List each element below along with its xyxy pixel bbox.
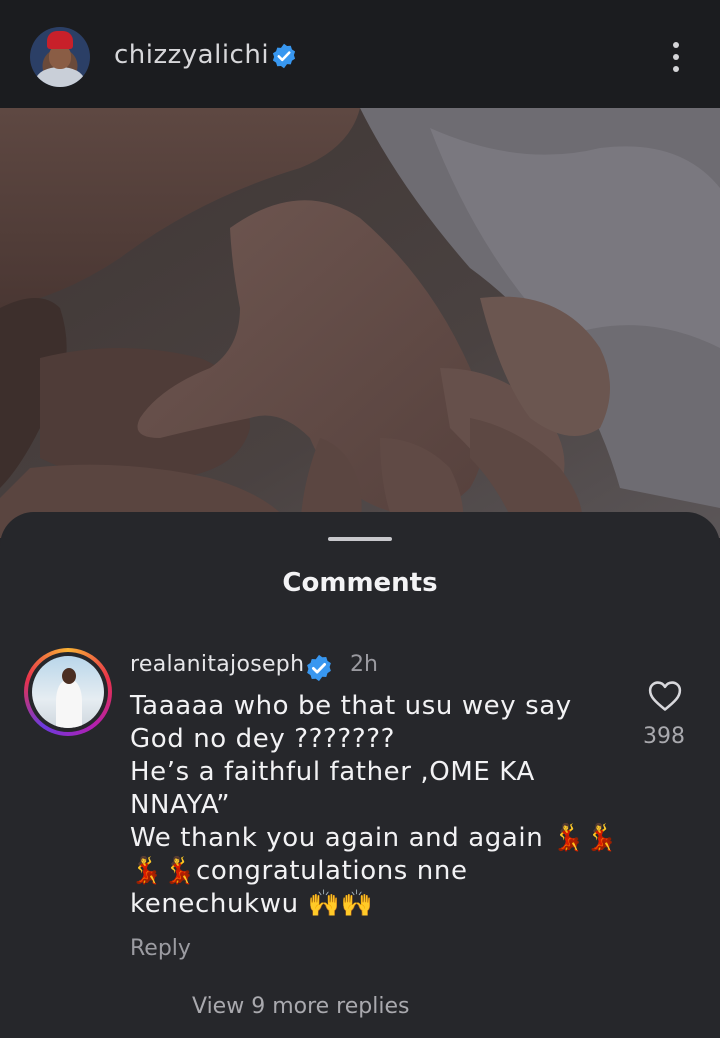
comment-time: 2h (350, 652, 378, 677)
author-avatar[interactable] (30, 27, 90, 87)
comment-text: Taaaaa who be that usu wey say God no de… (130, 691, 619, 919)
commenter-username[interactable]: realanitajoseph (130, 652, 304, 677)
reply-button[interactable]: Reply (130, 936, 191, 961)
post-header: chizzyalichi (0, 0, 720, 108)
post-photo (0, 108, 720, 538)
view-replies-button[interactable]: View 9 more replies (192, 994, 409, 1019)
verified-badge-icon (272, 43, 296, 69)
avatar-cap (47, 31, 73, 49)
drag-handle[interactable] (328, 537, 392, 541)
author-username[interactable]: chizzyalichi (114, 40, 269, 70)
comments-title: Comments (282, 568, 438, 598)
comments-sheet: Comments realanitajoseph 2h Taaaaa who b… (0, 512, 720, 1038)
heart-icon[interactable] (648, 680, 682, 712)
more-vertical-icon[interactable] (664, 38, 688, 74)
verified-badge-icon (307, 654, 331, 682)
like-count: 398 (643, 724, 685, 749)
avatar-robe (36, 67, 84, 87)
baby-hand-photo (0, 108, 720, 538)
commenter-photo (32, 656, 104, 728)
photo-head (62, 668, 76, 684)
photo-dress (56, 680, 82, 728)
commenter-avatar[interactable] (24, 648, 112, 736)
